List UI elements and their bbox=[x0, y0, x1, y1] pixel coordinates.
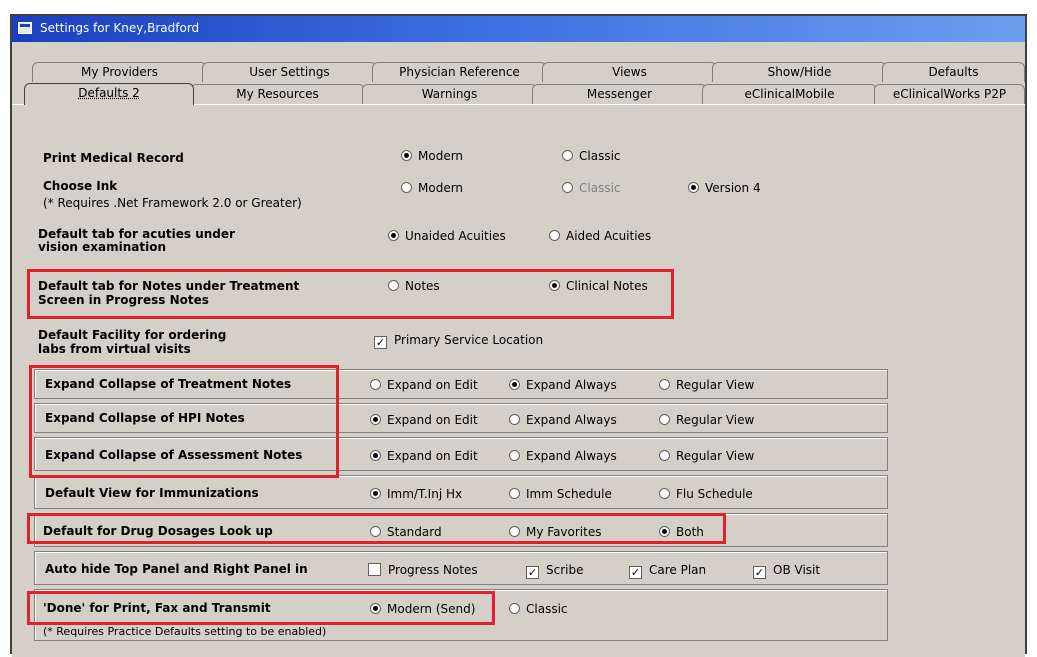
tab-user-settings[interactable]: User Settings bbox=[202, 62, 377, 82]
radio-icon bbox=[562, 150, 573, 161]
radio-icon bbox=[659, 488, 670, 499]
radio-icon bbox=[659, 450, 670, 461]
facility-label-line2: labs from virtual visits bbox=[38, 342, 191, 356]
ink-version4-radio[interactable]: Version 4 bbox=[688, 181, 761, 195]
immunizations-label: Default View for Immunizations bbox=[45, 486, 259, 500]
radio-icon bbox=[401, 182, 412, 193]
radio-icon bbox=[509, 414, 520, 425]
ink-classic-radio: Classic bbox=[562, 181, 621, 195]
tab-eclinicalmobile[interactable]: eClinicalMobile bbox=[702, 84, 877, 104]
imm-tinj-hx-radio[interactable]: Imm/T.Inj Hx bbox=[370, 487, 462, 501]
tab-messenger[interactable]: Messenger bbox=[532, 84, 707, 104]
auto-hide-scribe-checkbox[interactable]: ✓ Scribe bbox=[526, 563, 583, 579]
radio-selected-icon bbox=[509, 379, 520, 390]
tab-defaults[interactable]: Defaults bbox=[882, 62, 1025, 82]
tab-my-providers[interactable]: My Providers bbox=[32, 62, 207, 82]
auto-hide-progress-notes-checkbox[interactable]: Progress Notes bbox=[368, 563, 478, 577]
radio-icon bbox=[562, 182, 573, 193]
print-medical-record-label: Print Medical Record bbox=[43, 151, 184, 165]
imm-schedule-radio[interactable]: Imm Schedule bbox=[509, 487, 612, 501]
hpi-expand-on-edit-radio[interactable]: Expand on Edit bbox=[370, 413, 478, 427]
radio-selected-icon bbox=[370, 414, 381, 425]
choose-ink-note: (* Requires .Net Framework 2.0 or Greate… bbox=[43, 196, 302, 210]
radio-selected-icon bbox=[401, 150, 412, 161]
assessment-regular-view-radio[interactable]: Regular View bbox=[659, 449, 754, 463]
title-bar: Settings for Kney,Bradford bbox=[12, 16, 1025, 42]
radio-selected-icon bbox=[370, 450, 381, 461]
window-icon bbox=[18, 22, 32, 34]
treatment-expand-always-radio[interactable]: Expand Always bbox=[509, 378, 617, 392]
tab-my-resources[interactable]: My Resources bbox=[190, 84, 365, 104]
tab-defaults-2[interactable]: Defaults 2 bbox=[24, 83, 194, 105]
radio-icon bbox=[509, 450, 520, 461]
radio-icon bbox=[370, 379, 381, 390]
highlight-notes-tab bbox=[27, 269, 674, 319]
checkbox-icon bbox=[368, 563, 381, 576]
acuities-label-line2: vision examination bbox=[38, 240, 167, 254]
flu-schedule-radio[interactable]: Flu Schedule bbox=[659, 487, 753, 501]
treatment-expand-on-edit-radio[interactable]: Expand on Edit bbox=[370, 378, 478, 392]
radio-icon bbox=[659, 414, 670, 425]
hpi-expand-always-radio[interactable]: Expand Always bbox=[509, 413, 617, 427]
window-title: Settings for Kney,Bradford bbox=[40, 21, 200, 35]
radio-icon bbox=[509, 488, 520, 499]
auto-hide-label: Auto hide Top Panel and Right Panel in bbox=[45, 562, 308, 576]
highlight-drug-dosages bbox=[27, 513, 726, 544]
assessment-expand-on-edit-radio[interactable]: Expand on Edit bbox=[370, 449, 478, 463]
assessment-expand-always-radio[interactable]: Expand Always bbox=[509, 449, 617, 463]
radio-selected-icon bbox=[688, 182, 699, 193]
choose-ink-label: Choose Ink bbox=[43, 179, 118, 193]
radio-icon bbox=[659, 379, 670, 390]
tab-eclinicalworks-p2p[interactable]: eClinicalWorks P2P bbox=[874, 84, 1025, 104]
radio-icon bbox=[509, 603, 520, 614]
check-icon: ✓ bbox=[526, 566, 539, 579]
settings-window: Settings for Kney,Bradford My Providers … bbox=[10, 14, 1027, 657]
hpi-regular-view-radio[interactable]: Regular View bbox=[659, 413, 754, 427]
radio-selected-icon bbox=[370, 488, 381, 499]
aided-acuities-radio[interactable]: Aided Acuities bbox=[549, 229, 651, 243]
treatment-regular-view-radio[interactable]: Regular View bbox=[659, 378, 754, 392]
highlight-done bbox=[27, 591, 495, 625]
tab-physician-reference[interactable]: Physician Reference bbox=[372, 62, 547, 82]
defaults-2-panel: Print Medical Record Modern Classic Choo… bbox=[12, 105, 1025, 657]
print-classic-radio[interactable]: Classic bbox=[562, 149, 621, 163]
check-icon: ✓ bbox=[629, 566, 642, 579]
radio-icon bbox=[549, 230, 560, 241]
done-classic-radio[interactable]: Classic bbox=[509, 602, 568, 616]
print-modern-radio[interactable]: Modern bbox=[401, 149, 463, 163]
check-icon: ✓ bbox=[374, 336, 387, 349]
ink-modern-radio[interactable]: Modern bbox=[401, 181, 463, 195]
unaided-acuities-radio[interactable]: Unaided Acuities bbox=[388, 229, 506, 243]
primary-service-location-checkbox[interactable]: ✓ Primary Service Location bbox=[374, 333, 543, 349]
auto-hide-care-plan-checkbox[interactable]: ✓ Care Plan bbox=[629, 563, 706, 579]
radio-selected-icon bbox=[388, 230, 399, 241]
acuities-label-line1: Default tab for acuties under bbox=[38, 227, 235, 241]
done-note: (* Requires Practice Defaults setting to… bbox=[43, 625, 327, 638]
tab-show-hide[interactable]: Show/Hide bbox=[712, 62, 887, 82]
tab-views[interactable]: Views bbox=[542, 62, 717, 82]
check-icon: ✓ bbox=[753, 566, 766, 579]
facility-label-line1: Default Facility for ordering bbox=[38, 328, 227, 342]
tab-warnings[interactable]: Warnings bbox=[362, 84, 537, 104]
auto-hide-ob-visit-checkbox[interactable]: ✓ OB Visit bbox=[753, 563, 820, 579]
highlight-expand-collapse bbox=[29, 365, 339, 478]
